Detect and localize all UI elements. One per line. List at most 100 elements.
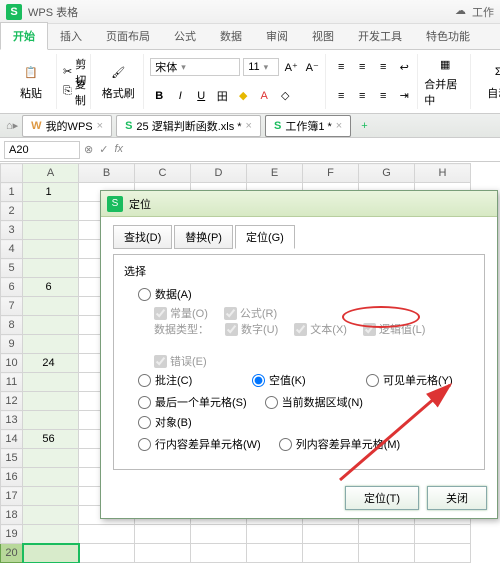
clear-format-icon[interactable]: ◇: [276, 87, 294, 105]
autosum-button[interactable]: Σ 自动: [477, 54, 500, 108]
radio-coldiff[interactable]: 列内容差异单元格(M): [279, 436, 401, 452]
row-header[interactable]: 12: [1, 392, 23, 411]
cell[interactable]: [23, 202, 79, 221]
row-header[interactable]: 2: [1, 202, 23, 221]
doc-tab-2[interactable]: S 工作簿1 * ×: [265, 115, 351, 137]
cell[interactable]: [23, 449, 79, 468]
border-icon[interactable]: 田: [213, 87, 231, 105]
cell[interactable]: [23, 506, 79, 525]
workspace-label[interactable]: 工作: [472, 4, 494, 20]
cell[interactable]: [359, 525, 415, 544]
font-select[interactable]: 宋体: [150, 58, 240, 76]
cell[interactable]: [135, 544, 191, 563]
col-header[interactable]: F: [303, 164, 359, 183]
fx-icon[interactable]: fx: [114, 143, 123, 156]
tab-insert[interactable]: 插入: [48, 23, 94, 49]
cell[interactable]: [191, 525, 247, 544]
dlg-tab-find[interactable]: 查找(D): [113, 225, 172, 249]
align-bot-icon[interactable]: ≡: [374, 58, 392, 76]
wrap-icon[interactable]: ↩: [395, 58, 413, 76]
cell[interactable]: [247, 525, 303, 544]
cell[interactable]: 56: [23, 430, 79, 449]
radio-object[interactable]: 对象(B): [138, 414, 234, 430]
cell[interactable]: [303, 525, 359, 544]
italic-icon[interactable]: I: [171, 87, 189, 105]
paste-button[interactable]: 📋 粘贴: [10, 54, 52, 108]
tab-dev[interactable]: 开发工具: [346, 23, 414, 49]
cell[interactable]: [23, 468, 79, 487]
row-header[interactable]: 17: [1, 487, 23, 506]
close-icon[interactable]: ×: [336, 120, 342, 132]
row-header[interactable]: 7: [1, 297, 23, 316]
cell[interactable]: [23, 240, 79, 259]
row-header[interactable]: 19: [1, 525, 23, 544]
row-header[interactable]: 9: [1, 335, 23, 354]
row-header[interactable]: 20: [1, 544, 23, 563]
corner-cell[interactable]: [1, 164, 23, 183]
radio-lastcell[interactable]: 最后一个单元格(S): [138, 394, 247, 410]
cell[interactable]: 24: [23, 354, 79, 373]
radio-data[interactable]: 数据(A): [138, 286, 234, 302]
size-select[interactable]: 11: [243, 58, 279, 76]
cell[interactable]: 6: [23, 278, 79, 297]
tab-view[interactable]: 视图: [300, 23, 346, 49]
dlg-tab-replace[interactable]: 替换(P): [174, 225, 233, 249]
cell[interactable]: [23, 297, 79, 316]
radio-visible[interactable]: 可见单元格(Y): [366, 372, 462, 388]
tab-start[interactable]: 开始: [0, 22, 48, 50]
dialog-titlebar[interactable]: S 定位: [101, 191, 497, 217]
align-center-icon[interactable]: ≡: [353, 87, 371, 105]
radio-curdata[interactable]: 当前数据区域(N): [265, 394, 363, 410]
row-header[interactable]: 13: [1, 411, 23, 430]
cell[interactable]: 1: [23, 183, 79, 202]
row-header[interactable]: 18: [1, 506, 23, 525]
close-button[interactable]: 关闭: [427, 486, 487, 510]
doc-tab-wps[interactable]: W 我的WPS ×: [22, 115, 112, 137]
col-header[interactable]: A: [23, 164, 79, 183]
row-header[interactable]: 3: [1, 221, 23, 240]
home-icon[interactable]: ⌂▸: [6, 119, 18, 132]
close-icon[interactable]: ×: [97, 120, 103, 132]
name-box[interactable]: A20: [4, 141, 80, 159]
cell[interactable]: [135, 525, 191, 544]
tab-review[interactable]: 审阅: [254, 23, 300, 49]
align-top-icon[interactable]: ≡: [332, 58, 350, 76]
cell[interactable]: [23, 544, 79, 563]
row-header[interactable]: 5: [1, 259, 23, 278]
copy-button[interactable]: ⎘复制: [63, 83, 86, 101]
row-header[interactable]: 6: [1, 278, 23, 297]
tab-data[interactable]: 数据: [208, 23, 254, 49]
increase-font-icon[interactable]: A⁺: [282, 58, 300, 76]
cell[interactable]: [23, 259, 79, 278]
cell[interactable]: [191, 544, 247, 563]
bold-icon[interactable]: B: [150, 87, 168, 105]
radio-blank[interactable]: 空值(K): [252, 372, 348, 388]
cell[interactable]: [23, 411, 79, 430]
cell[interactable]: [247, 544, 303, 563]
underline-icon[interactable]: U: [192, 87, 210, 105]
workspace-icon[interactable]: ☁: [455, 4, 466, 20]
align-right-icon[interactable]: ≡: [374, 87, 392, 105]
row-header[interactable]: 4: [1, 240, 23, 259]
cell[interactable]: [23, 487, 79, 506]
radio-comment[interactable]: 批注(C): [138, 372, 234, 388]
new-tab-button[interactable]: +: [355, 120, 373, 132]
col-header[interactable]: G: [359, 164, 415, 183]
col-header[interactable]: H: [415, 164, 471, 183]
cell[interactable]: [23, 525, 79, 544]
fill-color-icon[interactable]: ◆: [234, 87, 252, 105]
goto-button[interactable]: 定位(T): [345, 486, 419, 510]
tab-special[interactable]: 特色功能: [414, 23, 482, 49]
row-header[interactable]: 14: [1, 430, 23, 449]
cell[interactable]: [359, 544, 415, 563]
cell[interactable]: [23, 221, 79, 240]
cell[interactable]: [79, 525, 135, 544]
row-header[interactable]: 1: [1, 183, 23, 202]
cell[interactable]: [415, 544, 471, 563]
row-header[interactable]: 8: [1, 316, 23, 335]
cancel-fx-icon[interactable]: ⊗: [84, 143, 93, 156]
decrease-font-icon[interactable]: A⁻: [303, 58, 321, 76]
font-color-icon[interactable]: A: [255, 87, 273, 105]
format-painter-button[interactable]: 🖌 格式刷: [97, 54, 139, 108]
cell[interactable]: [79, 544, 135, 563]
